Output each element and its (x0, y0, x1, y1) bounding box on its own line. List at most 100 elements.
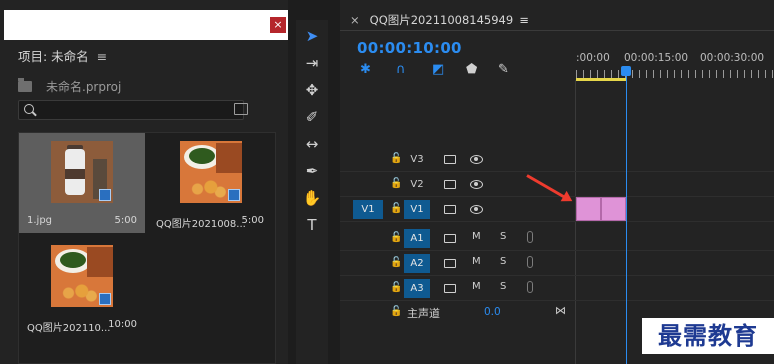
search-icon (24, 104, 34, 114)
lock-icon[interactable]: 🔓 (390, 232, 402, 243)
track-name[interactable]: A1 (404, 229, 430, 248)
master-label: 主声道 (407, 307, 440, 320)
track-name[interactable]: V1 (404, 200, 430, 219)
eye-icon[interactable] (470, 205, 483, 214)
sync-lock-film-icon[interactable] (444, 259, 456, 268)
lock-icon[interactable]: 🔓 (390, 178, 402, 189)
hand-tool-icon[interactable]: ✋ (300, 186, 324, 210)
playhead-handle[interactable] (621, 66, 631, 76)
track-name[interactable]: A3 (404, 279, 430, 298)
image-type-icon (228, 189, 240, 201)
time-ruler[interactable]: :00:00 00:00:15:00 00:00:30:00 (576, 40, 774, 81)
timeline-toolbar: ✱ ∩ ◩ ⬟ ✎ (360, 62, 520, 78)
slip-tool-icon[interactable]: ↔ (300, 132, 324, 156)
snap-magnet-icon[interactable]: ∩ (396, 62, 406, 78)
mic-icon[interactable] (527, 256, 533, 268)
project-title-text: 项目: 未命名 (18, 49, 89, 64)
solo-button[interactable]: S (500, 231, 506, 242)
track-name[interactable]: V3 (404, 150, 430, 169)
project-panel: × 项目: 未命名 ≡ 未命名.prproj 1.jpg 5:00 QQ图片20… (0, 0, 288, 364)
track-name[interactable]: V2 (404, 175, 430, 194)
mute-button[interactable]: M (472, 256, 481, 267)
panel-menu-icon[interactable]: ≡ (97, 49, 107, 64)
media-item[interactable]: 1.jpg 5:00 (19, 133, 145, 233)
pen-tool-icon[interactable]: ✒ (300, 159, 324, 183)
project-title: 项目: 未命名 ≡ (18, 46, 107, 65)
video-clip[interactable] (601, 197, 626, 221)
media-item-duration: 5:00 (241, 215, 264, 226)
ruler-ticks (576, 70, 774, 78)
lock-icon[interactable]: 🔓 (390, 257, 402, 268)
lock-icon[interactable]: 🔓 (390, 306, 402, 317)
video-track-v3[interactable]: 🔓 V3 (340, 147, 774, 172)
solo-button[interactable]: S (500, 256, 506, 267)
media-item[interactable]: QQ图片202110... 10:00 (19, 237, 145, 337)
source-patch-v1[interactable]: V1 (353, 200, 383, 219)
audio-track-a3[interactable]: 🔓 A3 M S (340, 276, 774, 301)
video-clip[interactable] (576, 197, 601, 221)
folder-icon (18, 78, 32, 92)
razor-tool-icon[interactable]: ✐ (300, 105, 324, 129)
mute-button[interactable]: M (472, 231, 481, 242)
panel-header-bar: × (4, 10, 288, 40)
track-name[interactable]: A2 (404, 254, 430, 273)
sequence-tab[interactable]: × QQ图片20211008145949 ≡ (350, 12, 529, 28)
panel-menu-icon[interactable]: ≡ (519, 13, 529, 27)
solo-button[interactable]: S (500, 281, 506, 292)
media-grid: 1.jpg 5:00 QQ图片2021008... 5:00 QQ图片20211… (18, 132, 276, 364)
go-to-end-icon[interactable]: ⋈ (555, 304, 566, 317)
media-item-name: QQ图片2021008... (156, 219, 246, 230)
watermark: 最需教育 (642, 318, 774, 354)
lock-icon[interactable]: 🔓 (390, 203, 402, 214)
media-item[interactable]: QQ图片2021008... 5:00 (148, 133, 274, 233)
close-icon[interactable]: × (270, 17, 286, 33)
media-item-duration: 10:00 (108, 319, 137, 330)
sync-lock-film-icon[interactable] (444, 205, 456, 214)
playhead-timecode[interactable]: 00:00:10:00 (357, 39, 462, 57)
project-file-row: 未命名.prproj (18, 78, 121, 95)
mic-icon[interactable] (527, 281, 533, 293)
lock-icon[interactable]: 🔓 (390, 153, 402, 164)
eye-icon[interactable] (470, 155, 483, 164)
settings-wrench-icon[interactable]: ✎ (498, 62, 509, 78)
media-item-name: 1.jpg (27, 215, 53, 226)
sync-lock-film-icon[interactable] (444, 155, 456, 164)
media-item-duration: 5:00 (114, 215, 137, 226)
timeline-panel: × QQ图片20211008145949 ≡ 00:00:10:00 ✱ ∩ ◩ ⬟… (340, 0, 774, 364)
playhead-line[interactable] (626, 76, 627, 364)
work-area-bar[interactable] (576, 78, 626, 81)
thumbnail-image (180, 141, 242, 203)
track-select-tool-icon[interactable]: ⇥ (300, 51, 324, 75)
thumbnail-image (51, 245, 113, 307)
eye-icon[interactable] (470, 180, 483, 189)
new-search-bin-icon[interactable] (234, 103, 248, 115)
selection-tool-icon[interactable]: ➤ (300, 24, 324, 48)
ruler-label: 00:00:15:00 (624, 52, 689, 64)
lock-icon[interactable]: 🔓 (390, 282, 402, 293)
mute-button[interactable]: M (472, 281, 481, 292)
ruler-label: :00:00 (576, 52, 610, 64)
sync-lock-film-icon[interactable] (444, 284, 456, 293)
project-file-name: 未命名.prproj (46, 80, 122, 94)
audio-track-a1[interactable]: 🔓 A1 M S (340, 226, 774, 251)
type-tool-icon[interactable]: T (300, 213, 324, 237)
sync-lock-film-icon[interactable] (444, 180, 456, 189)
video-track-v1[interactable]: V1 🔓 V1 (340, 197, 774, 222)
audio-track-a2[interactable]: 🔓 A2 M S (340, 251, 774, 276)
image-type-icon (99, 189, 111, 201)
premiere-workspace: × 项目: 未命名 ≡ 未命名.prproj 1.jpg 5:00 QQ图片20… (0, 0, 774, 364)
close-tab-icon[interactable]: × (350, 13, 360, 27)
linked-selection-icon[interactable]: ◩ (432, 62, 444, 78)
nest-icon[interactable]: ✱ (360, 62, 371, 78)
ripple-edit-tool-icon[interactable]: ✥ (300, 78, 324, 102)
thumbnail-image (51, 141, 113, 203)
add-marker-icon[interactable]: ⬟ (466, 62, 477, 78)
sequence-name: QQ图片20211008145949 (369, 13, 514, 27)
tab-underline (340, 30, 774, 31)
master-volume-value[interactable]: 0.0 (484, 306, 501, 318)
media-item-name: QQ图片202110... (27, 323, 111, 334)
search-input[interactable] (18, 100, 244, 120)
sync-lock-film-icon[interactable] (444, 234, 456, 243)
mic-icon[interactable] (527, 231, 533, 243)
image-type-icon (99, 293, 111, 305)
